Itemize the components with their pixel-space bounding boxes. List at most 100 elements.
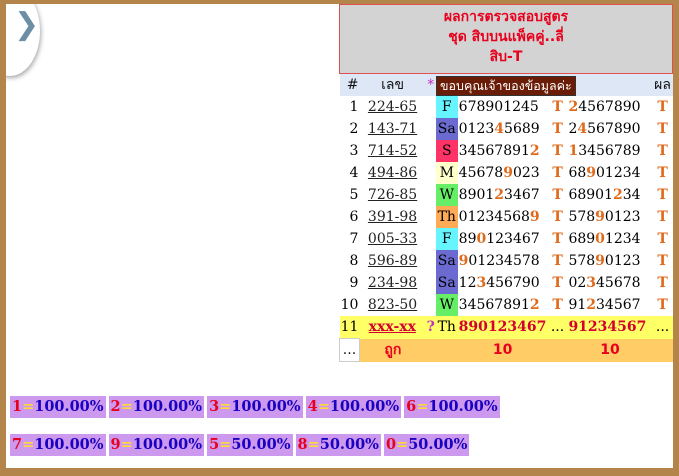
- footer-blank: [425, 338, 436, 362]
- day-badge: W: [435, 184, 458, 206]
- percent-chip: 1=100.00%: [10, 396, 106, 418]
- result1-cell: ...: [547, 316, 568, 339]
- number-link[interactable]: 143-71: [368, 121, 417, 137]
- result1-cell: T: [547, 294, 568, 316]
- set2-cell: 13456789: [567, 140, 653, 162]
- summary-row-2: 7=100.00% 9=100.00% 5=50.00% 8=50.00% 0=50.0…: [10, 434, 472, 456]
- marker-cell: [425, 184, 436, 206]
- day-badge: Th: [435, 316, 458, 339]
- chip-equals: =: [396, 436, 409, 453]
- number-cell: 234-98: [359, 272, 426, 294]
- number-link[interactable]: 714-52: [368, 143, 417, 159]
- row-number: 1: [339, 96, 360, 118]
- chip-equals: =: [416, 398, 429, 415]
- set2-cell: 68901234: [567, 184, 653, 206]
- set2-cell: 24567890: [567, 118, 653, 140]
- day-badge: Sa: [435, 272, 458, 294]
- chip-equals: =: [22, 436, 35, 453]
- chip-equals: =: [120, 398, 133, 415]
- marker-cell: [425, 250, 436, 272]
- set2-hit-digit: 3: [586, 275, 597, 291]
- day-badge: Sa: [435, 118, 458, 140]
- percent-chip: 0=50.00%: [383, 434, 470, 456]
- set1-hit-digit: 2: [529, 143, 540, 159]
- set1-cell: 901234578: [457, 250, 548, 272]
- set2-hit-digit: 9: [586, 165, 597, 181]
- day-badge: S: [435, 140, 458, 162]
- chip-percent: 50.00%: [319, 436, 379, 453]
- marker-cell: [425, 162, 436, 184]
- result2-cell: T: [652, 162, 673, 184]
- row-number: 3: [339, 140, 360, 162]
- number-cell: 143-71: [359, 118, 426, 140]
- set1-cell: 345678912: [457, 294, 548, 316]
- column-header: *: [425, 74, 436, 96]
- set1-cell: 678901245: [457, 96, 548, 118]
- table-row: 9 234-98 Sa 123456790 T 02345678 T: [339, 272, 673, 294]
- result1-cell: T: [547, 118, 568, 140]
- set2-cell: 24567890: [567, 96, 653, 118]
- nav-back-button[interactable]: ❯: [6, 4, 40, 76]
- set1-cell: 890123467: [457, 228, 548, 250]
- day-badge: F: [435, 228, 458, 250]
- chip-percent: 50.00%: [408, 436, 468, 453]
- set2-cell: 91234567: [567, 294, 653, 316]
- chip-percent: 100.00%: [231, 398, 301, 415]
- set1-hit-digit: 9: [529, 209, 540, 225]
- set2-cell: 57890123: [567, 206, 653, 228]
- number-link[interactable]: 726-85: [368, 187, 417, 203]
- result2-cell: T: [652, 228, 673, 250]
- row-number: 10: [339, 294, 360, 316]
- day-badge: M: [435, 162, 458, 184]
- chip-digit: 5: [209, 436, 220, 453]
- marker-cell: [425, 294, 436, 316]
- row-number: 8: [339, 250, 360, 272]
- set2-hit-digit: 0: [595, 231, 605, 247]
- number-link[interactable]: 234-98: [368, 275, 417, 291]
- number-cell: 005-33: [359, 228, 426, 250]
- table-row: 3 714-52 S 345678912 T 13456789 T: [339, 140, 673, 162]
- row-number: 4: [339, 162, 360, 184]
- number-link[interactable]: 494-86: [368, 165, 417, 181]
- hit-count-1: 10: [457, 338, 548, 362]
- number-link[interactable]: xxx-xx: [369, 319, 416, 335]
- result1-cell: T: [547, 96, 568, 118]
- table-row: 4 494-86 M 456789023 T 68901234 T: [339, 162, 673, 184]
- number-cell: 596-89: [359, 250, 426, 272]
- number-link[interactable]: 596-89: [368, 253, 417, 269]
- percent-chip: 7=100.00%: [10, 434, 106, 456]
- set1-cell: 456789023: [457, 162, 548, 184]
- percent-chip: 2=100.00%: [108, 396, 205, 418]
- row-number: 7: [339, 228, 360, 250]
- chip-equals: =: [219, 398, 232, 415]
- pending-row: 11 xxx-xx? Th 890123467... 91234567...: [339, 316, 673, 339]
- chip-digit: 7: [12, 436, 23, 453]
- result2-cell: ...: [652, 316, 673, 339]
- result2-cell: T: [652, 96, 673, 118]
- title-box: ผลการตรวจสอบสูตร ชุด สิบบนแพ็คคู่..ลี่ ส…: [339, 4, 673, 74]
- chip-digit: 1: [12, 398, 23, 415]
- chip-equals: =: [219, 436, 232, 453]
- percent-chip: 6=100.00%: [404, 396, 500, 418]
- chip-digit: 9: [110, 436, 121, 453]
- result1-cell: T: [547, 184, 568, 206]
- percent-chip: 3=100.00%: [207, 396, 303, 418]
- number-cell: 823-50: [359, 294, 426, 316]
- number-link[interactable]: 005-33: [368, 231, 417, 247]
- percent-chip: 5=50.00%: [207, 434, 293, 456]
- number-link[interactable]: 391-98: [368, 209, 417, 225]
- number-cell: 391-98: [359, 206, 426, 228]
- result1-cell: T: [547, 206, 568, 228]
- set1-hit-digit: 0: [476, 231, 487, 247]
- chip-equals: =: [307, 436, 320, 453]
- chip-digit: 4: [307, 398, 318, 415]
- number-link[interactable]: 823-50: [368, 297, 417, 313]
- set2-hit-digit: 9: [595, 209, 605, 225]
- title-line-1: ผลการตรวจสอบสูตร: [443, 9, 569, 25]
- result1-cell: T: [547, 228, 568, 250]
- number-link[interactable]: 224-65: [368, 99, 417, 115]
- number-cell: 224-65: [359, 96, 426, 118]
- chip-digit: 8: [297, 436, 308, 453]
- number-cell: 714-52: [359, 140, 426, 162]
- set2-hit-digit: 4: [577, 121, 588, 137]
